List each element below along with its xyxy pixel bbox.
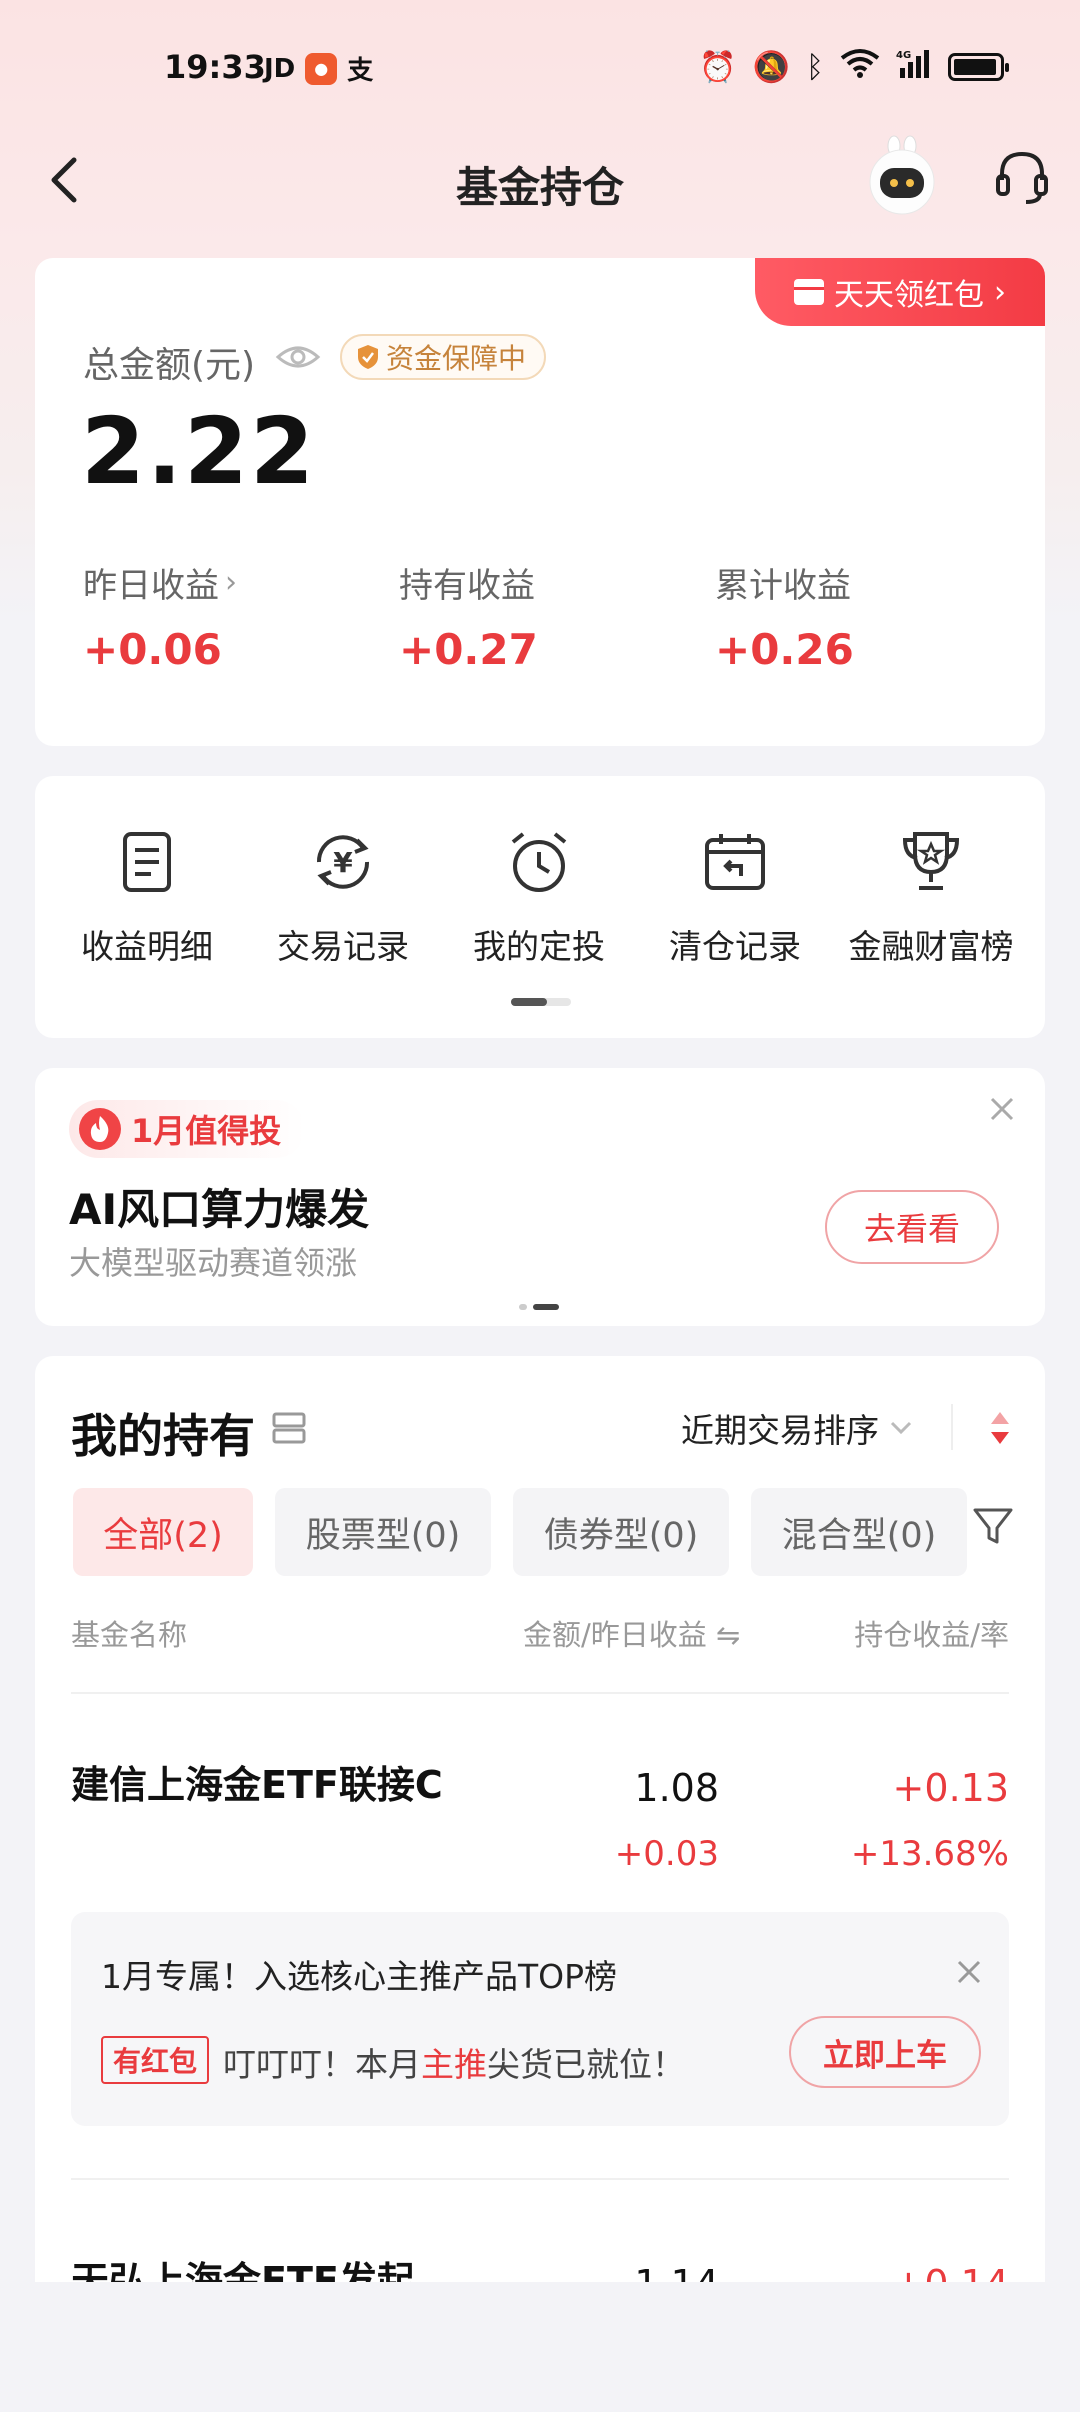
fund-amount: 1.08 — [634, 1766, 719, 1810]
fund-hold-rate: +13.68% — [850, 1834, 1009, 1874]
cumulative-income: 累计收益 +0.26 — [715, 558, 1015, 674]
yesterday-income-label: 昨日收益 — [83, 566, 219, 606]
battery-icon — [948, 53, 1009, 81]
fund-guarantee-badge[interactable]: 资金保障中 — [340, 334, 547, 380]
action-wealth-ranking[interactable]: 金融财富榜 — [833, 828, 1029, 968]
sort-label: 近期交易排序 — [681, 1411, 879, 1450]
bottom-area — [0, 2282, 1080, 2412]
action-income-detail[interactable]: 收益明细 — [49, 828, 245, 968]
action-label: 清仓记录 — [669, 927, 801, 966]
action-trade-records[interactable]: ¥ 交易记录 — [245, 828, 441, 968]
fund-name: 建信上海金ETF联接C — [71, 1763, 443, 1807]
close-icon[interactable] — [955, 1958, 983, 1986]
fire-icon — [79, 1108, 121, 1150]
cumulative-income-value: +0.26 — [715, 625, 854, 674]
total-amount-label: 总金额(元) — [83, 345, 256, 386]
close-icon[interactable] — [987, 1094, 1017, 1124]
shield-icon — [358, 345, 378, 369]
guarantee-label: 资金保障中 — [386, 342, 527, 375]
board-now-button[interactable]: 立即上车 — [789, 2016, 981, 2088]
status-time: 19:33 — [164, 48, 266, 86]
divider — [71, 1692, 1009, 1694]
promo-subtitle: 大模型驱动赛道领涨 — [69, 1244, 358, 1282]
promo-title: AI风口算力爆发 — [69, 1185, 370, 1234]
action-my-auto-invest[interactable]: 我的定投 — [441, 828, 637, 968]
yesterday-income[interactable]: 昨日收益 › +0.06 — [83, 558, 383, 674]
fund-daily-income: +0.03 — [614, 1834, 719, 1874]
tab-mixed[interactable]: 混合型(0) — [751, 1488, 967, 1576]
notification-icons: JD ● 支 — [264, 50, 373, 87]
col-hold-income: 持仓收益/率 — [854, 1618, 1009, 1652]
action-clearance-records[interactable]: 清仓记录 — [637, 828, 833, 968]
wifi-icon — [840, 48, 880, 86]
customer-service-icon[interactable] — [990, 146, 1054, 210]
status-bar: 19:33 JD ● 支 ⏰ 🔕 ᛒ 4G — [0, 0, 1080, 140]
daily-redpacket-button[interactable]: 天天领红包 › — [755, 258, 1045, 326]
trophy-icon — [902, 832, 960, 890]
column-headers: 基金名称 金额/昨日收益 ⇋ 持仓收益/率 — [71, 1612, 1009, 1652]
action-label: 金融财富榜 — [848, 927, 1014, 966]
list-view-icon[interactable] — [271, 1410, 307, 1446]
promo-tag-label: 1月值得投 — [131, 1112, 282, 1150]
svg-text:¥: ¥ — [333, 846, 353, 879]
signal-icon: 4G — [896, 48, 932, 86]
app-badge-icon: ● — [305, 52, 338, 85]
holdings-card: 我的持有 近期交易排序 全部(2) 股票型(0) 债券型(0) 混合型(0) 基… — [35, 1356, 1045, 2356]
svg-text:4G: 4G — [896, 50, 911, 61]
alarm-icon: ⏰ — [699, 49, 737, 85]
status-right-icons: ⏰ 🔕 ᛒ 4G — [699, 48, 1009, 86]
total-amount-value: 2.22 — [81, 398, 316, 505]
fund-hold-income: +0.13 — [892, 1766, 1009, 1810]
fund-type-tabs: 全部(2) 股票型(0) 债券型(0) 混合型(0) — [73, 1488, 973, 1576]
action-label: 收益明细 — [81, 927, 213, 966]
asset-summary-card: 天天领红包 › 总金额(元) 资金保障中 2.22 昨日收益 › +0.06 持… — [35, 258, 1045, 746]
carousel-dots — [519, 1304, 559, 1310]
chevron-right-icon: › — [994, 274, 1006, 310]
sort-order-icon[interactable] — [987, 1408, 1013, 1448]
bluetooth-icon: ᛒ — [806, 49, 824, 85]
quick-actions-card: 收益明细 ¥ 交易记录 我的定投 清仓记录 金融财富榜 — [35, 776, 1045, 1038]
promo-tag: 1月值得投 — [69, 1100, 306, 1158]
document-icon — [123, 832, 171, 892]
holding-income: 持有收益 +0.27 — [399, 558, 699, 674]
calendar-return-icon — [705, 834, 765, 890]
robot-assistant-icon[interactable] — [864, 134, 940, 218]
mute-icon: 🔕 — [752, 49, 790, 85]
tab-bond[interactable]: 债券型(0) — [513, 1488, 729, 1576]
filter-icon[interactable] — [971, 1504, 1015, 1548]
chevron-down-icon — [890, 1421, 912, 1435]
holdings-title: 我的持有 — [71, 1409, 255, 1463]
tab-all[interactable]: 全部(2) — [73, 1488, 253, 1576]
yesterday-income-value: +0.06 — [83, 625, 222, 674]
sort-dropdown[interactable]: 近期交易排序 — [681, 1404, 913, 1452]
cumulative-income-label: 累计收益 — [715, 566, 851, 606]
yuan-exchange-icon: ¥ — [316, 835, 370, 889]
promo-view-button[interactable]: 去看看 — [825, 1190, 999, 1264]
tab-stock[interactable]: 股票型(0) — [275, 1488, 491, 1576]
eye-icon[interactable] — [275, 342, 321, 372]
divider — [71, 2178, 1009, 2180]
redpacket-badge: 有红包 — [101, 2036, 210, 2084]
col-fund-name: 基金名称 — [71, 1618, 188, 1652]
action-label: 我的定投 — [473, 927, 605, 966]
redpacket-icon — [794, 279, 824, 305]
promo-banner[interactable]: 1月值得投 AI风口算力爆发 大模型驱动赛道领涨 去看看 — [35, 1068, 1045, 1326]
alipay-icon: 支 — [347, 56, 374, 86]
redpacket-label: 天天领红包 — [834, 278, 984, 313]
holding-income-value: +0.27 — [399, 625, 538, 674]
fund-promo-notice: 1月专属！入选核心主推产品TOP榜 有红包 叮叮叮！本月主推尖货已就位！ 立即上… — [71, 1912, 1009, 2126]
chevron-right-icon: › — [225, 565, 237, 600]
divider — [951, 1404, 953, 1450]
col-amount[interactable]: 金额/昨日收益 ⇋ — [523, 1612, 740, 1654]
holding-income-label: 持有收益 — [399, 566, 535, 606]
swap-icon: ⇋ — [716, 1618, 741, 1652]
scroll-indicator — [511, 998, 571, 1006]
nav-bar: 基金持仓 — [0, 130, 1080, 230]
notice-title: 1月专属！入选核心主推产品TOP榜 — [101, 1957, 618, 1996]
jd-icon: JD — [264, 53, 296, 84]
notice-text: 叮叮叮！本月主推尖货已就位！ — [223, 2045, 685, 2084]
action-label: 交易记录 — [277, 927, 409, 966]
alarm-clock-icon — [511, 832, 567, 892]
